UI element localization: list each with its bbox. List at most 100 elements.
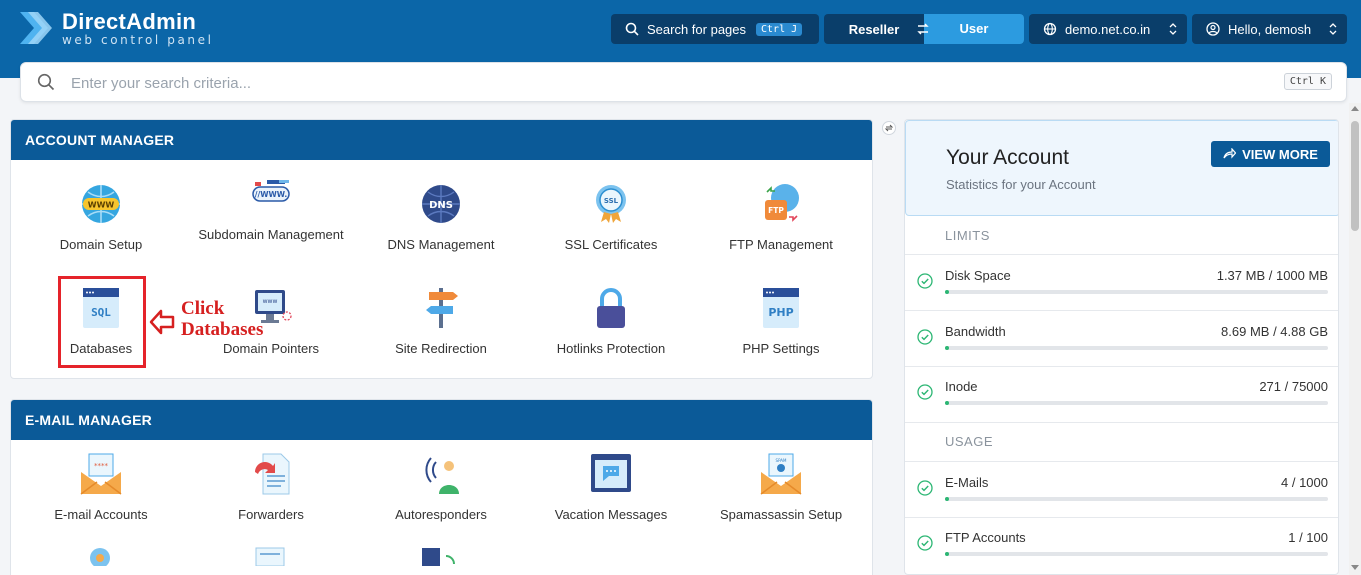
search-icon	[625, 22, 639, 36]
progress-fill	[945, 497, 949, 501]
tile-label: Hotlinks Protection	[556, 341, 666, 356]
progress-fill	[945, 346, 949, 350]
tile-label: Databases	[69, 341, 133, 356]
domain-selector[interactable]: demo.net.co.in	[1029, 14, 1187, 44]
view-more-label: VIEW MORE	[1242, 146, 1318, 162]
progress-bar	[945, 552, 1328, 556]
tile-label: Site Redirection	[395, 341, 487, 356]
tile-dns-management[interactable]: DNS DNS Management	[356, 182, 526, 255]
partial-icon	[255, 547, 285, 566]
tile-autoresponders[interactable]: Autoresponders	[356, 452, 526, 525]
search-pages-label: Search for pages	[647, 21, 747, 37]
svg-text:SQL: SQL	[91, 306, 111, 319]
account-manager-title: ACCOUNT MANAGER	[11, 120, 872, 160]
arrow-left-icon	[149, 309, 175, 335]
stat-name: FTP Accounts	[945, 530, 1026, 545]
role-reseller-option[interactable]: Reseller	[824, 22, 924, 37]
user-menu[interactable]: Hello, demosh	[1192, 14, 1347, 44]
tile-label: E-mail Accounts	[54, 507, 148, 522]
progress-fill	[945, 552, 949, 556]
stat-bandwidth: Bandwidth 8.69 MB / 4.88 GB	[905, 311, 1338, 366]
account-stats-panel: Your Account Statistics for your Account…	[904, 119, 1339, 575]
www-globe-icon: WWW	[82, 185, 120, 223]
chevron-updown-icon	[1329, 22, 1337, 39]
domain-label: demo.net.co.in	[1065, 21, 1151, 37]
view-more-button[interactable]: VIEW MORE	[1211, 141, 1330, 167]
progress-fill	[945, 290, 949, 294]
stat-value: 271 / 75000	[1259, 379, 1328, 394]
tile-ftp-management[interactable]: FTP FTP Management	[696, 182, 866, 255]
tile-label: SSL Certificates	[564, 237, 658, 252]
svg-text://WWW.: //WWW.	[255, 190, 288, 199]
tile-label: Vacation Messages	[554, 507, 668, 522]
progress-bar	[945, 290, 1328, 294]
usage-label: USAGE	[945, 434, 994, 449]
tile-spamassassin-setup[interactable]: SPAM Spamassassin Setup	[696, 452, 866, 525]
tile-hotlinks-protection[interactable]: Hotlinks Protection	[526, 286, 696, 359]
account-subtitle: Statistics for your Account	[946, 177, 1096, 192]
tile-site-redirection[interactable]: Site Redirection	[356, 286, 526, 359]
search-pages-button[interactable]: Search for pages Ctrl J	[611, 14, 819, 44]
subdomain-icon: //WWW.	[252, 180, 290, 202]
click-databases-callout: Click Databases	[149, 298, 263, 340]
ftp-icon: FTP	[765, 184, 799, 222]
ssl-badge-icon: SSL	[596, 185, 626, 223]
svg-text:****: ****	[94, 462, 109, 470]
stat-ftp-accounts: FTP Accounts 1 / 100	[905, 517, 1338, 572]
check-circle-icon	[917, 535, 933, 551]
tile-label: FTP Management	[729, 237, 833, 252]
tile-label: Domain Pointers	[222, 341, 320, 356]
tile-domain-setup[interactable]: WWW Domain Setup	[16, 182, 186, 255]
stat-value: 8.69 MB / 4.88 GB	[1221, 324, 1328, 339]
refresh-icon[interactable]	[882, 121, 896, 135]
email-envelope-icon: ****	[80, 453, 122, 495]
logo-title: DirectAdmin	[62, 8, 197, 34]
spam-envelope-icon: SPAM	[760, 453, 802, 495]
signpost-icon	[426, 288, 458, 328]
stat-name: Disk Space	[945, 268, 1011, 283]
search-shortcut: Ctrl K	[1283, 73, 1332, 90]
page-scrollbar[interactable]	[1349, 103, 1361, 575]
role-toggle[interactable]: Reseller User	[824, 14, 1024, 44]
scroll-up-arrow-icon[interactable]	[1351, 106, 1359, 111]
svg-text:SPAM: SPAM	[776, 458, 787, 463]
progress-bar	[945, 346, 1328, 350]
greeting-label: Hello, demosh	[1228, 21, 1312, 37]
svg-text:FTP: FTP	[768, 206, 784, 215]
scrollbar-thumb[interactable]	[1351, 121, 1359, 231]
account-header: Your Account Statistics for your Account…	[905, 120, 1338, 216]
search-pages-shortcut: Ctrl J	[756, 22, 803, 36]
search-input[interactable]	[71, 72, 1171, 94]
dns-icon: DNS	[422, 185, 460, 223]
partial-icon	[90, 548, 110, 566]
php-icon: PHP	[763, 288, 799, 328]
check-circle-icon	[917, 329, 933, 345]
stat-name: Inode	[945, 379, 978, 394]
tile-email-accounts[interactable]: **** E-mail Accounts	[16, 452, 186, 525]
padlock-icon	[597, 288, 625, 328]
forward-icon	[255, 453, 290, 495]
chevron-updown-icon	[1169, 22, 1177, 39]
stat-value: 1 / 100	[1288, 530, 1328, 545]
callout-line-1: Click	[181, 298, 225, 319]
stat-value: 4 / 1000	[1281, 475, 1328, 490]
svg-text:www: www	[263, 298, 278, 305]
autoresponder-icon	[425, 457, 459, 494]
role-user-option[interactable]: User	[924, 14, 1024, 44]
directadmin-logo-icon	[20, 12, 52, 44]
logo-subtitle: web control panel	[62, 32, 214, 47]
tile-php-settings[interactable]: PHP PHP Settings	[696, 286, 866, 359]
progress-fill	[945, 401, 949, 405]
tile-label: Subdomain Management	[198, 227, 344, 242]
tile-forwarders[interactable]: Forwarders	[186, 452, 356, 525]
logo[interactable]: DirectAdmin web control panel	[18, 8, 214, 48]
tile-vacation-messages[interactable]: Vacation Messages	[526, 452, 696, 525]
scroll-down-arrow-icon[interactable]	[1351, 565, 1359, 570]
tile-subdomain-management[interactable]: //WWW. Subdomain Management	[186, 172, 356, 245]
sql-database-icon: SQL	[83, 288, 119, 328]
global-search: Ctrl K	[20, 62, 1347, 102]
tile-ssl-certificates[interactable]: SSL SSL Certificates	[526, 182, 696, 255]
share-arrow-icon	[1223, 148, 1237, 159]
vacation-message-icon	[591, 454, 631, 492]
tile-label: PHP Settings	[742, 341, 820, 356]
